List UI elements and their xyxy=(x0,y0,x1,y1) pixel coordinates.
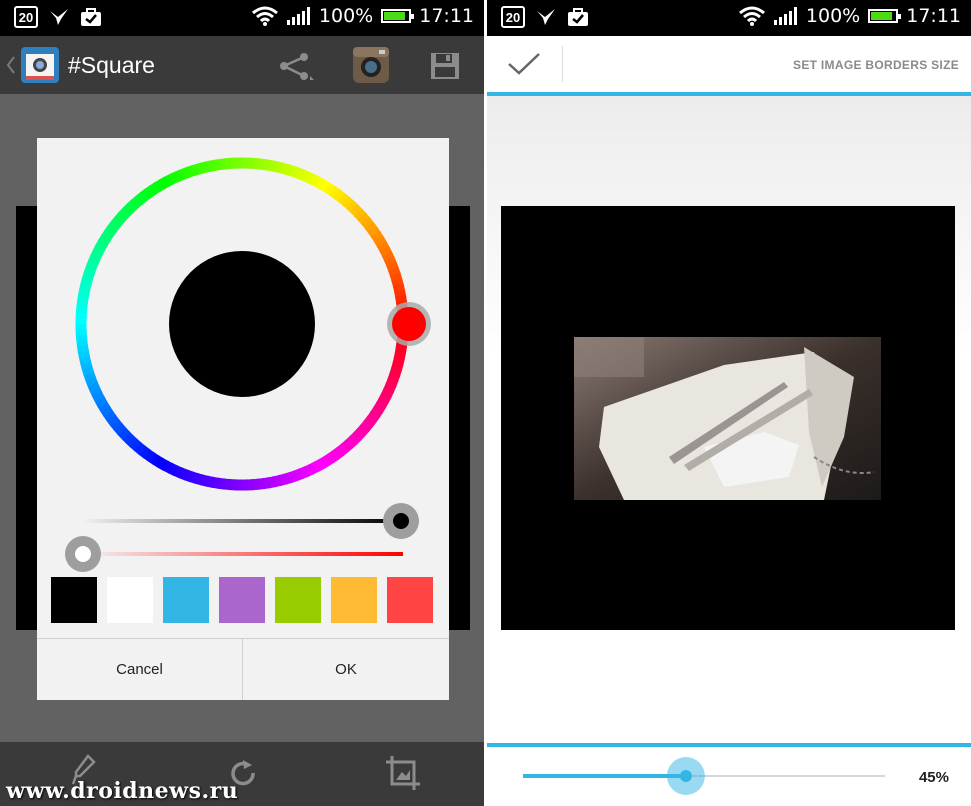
checkmark-icon[interactable] xyxy=(507,52,541,76)
hue-wheel[interactable] xyxy=(37,138,449,538)
app-title: #Square xyxy=(68,52,155,78)
border-size-percent: 45% xyxy=(918,769,949,786)
up-chevron-icon[interactable] xyxy=(6,56,16,74)
bird-icon xyxy=(50,9,68,25)
briefcase-check-icon xyxy=(568,8,588,26)
color-swatch[interactable] xyxy=(51,577,97,623)
battery-icon xyxy=(381,9,415,23)
bordered-image-preview xyxy=(501,206,955,630)
border-size-slider-handle[interactable] xyxy=(679,770,692,782)
border-size-slider[interactable] xyxy=(517,757,887,797)
color-swatch[interactable] xyxy=(275,577,321,623)
instagram-icon[interactable] xyxy=(352,46,390,84)
action-title: SET IMAGE BORDERS SIZE xyxy=(793,58,959,72)
action-bar: SET IMAGE BORDERS SIZE xyxy=(487,36,971,96)
battery-icon xyxy=(868,9,902,23)
clock: 17:11 xyxy=(906,5,961,27)
app-logo-icon[interactable] xyxy=(20,46,60,84)
share-icon[interactable] xyxy=(278,52,314,82)
ok-button[interactable]: OK xyxy=(243,638,449,700)
color-picker-screen: 20 100% 17:11 #Square www.droidnews.ru C… xyxy=(0,0,484,806)
watermark: www.droidnews.ru xyxy=(6,778,239,804)
clock: 17:11 xyxy=(419,5,474,27)
signal-icon xyxy=(773,7,797,25)
action-divider xyxy=(562,46,563,82)
border-size-bar: 45% xyxy=(487,743,971,806)
calendar-day: 20 xyxy=(505,9,521,25)
value-slider-handle[interactable] xyxy=(393,513,409,529)
color-picker-dialog: Cancel OK xyxy=(37,138,449,700)
wifi-icon xyxy=(738,6,765,26)
calendar-day: 20 xyxy=(18,9,34,25)
save-icon[interactable] xyxy=(430,52,460,80)
bird-icon xyxy=(537,9,555,25)
cancel-button[interactable]: Cancel xyxy=(37,638,243,700)
hue-handle[interactable] xyxy=(392,307,426,341)
color-swatch[interactable] xyxy=(107,577,153,623)
crop-icon[interactable] xyxy=(384,754,422,792)
calendar-icon: 20 xyxy=(14,6,38,28)
wifi-icon xyxy=(251,6,278,26)
border-size-screen: 20 100% 17:11 SET IMAGE BORDERS SIZE 45% xyxy=(487,0,971,806)
status-bar: 20 100% 17:11 xyxy=(0,0,484,36)
color-swatch[interactable] xyxy=(331,577,377,623)
action-bar: #Square xyxy=(0,36,484,94)
briefcase-check-icon xyxy=(81,8,101,26)
saturation-slider-handle[interactable] xyxy=(75,546,91,562)
calendar-icon: 20 xyxy=(501,6,525,28)
color-swatch[interactable] xyxy=(387,577,433,623)
battery-percent: 100% xyxy=(805,5,861,27)
status-bar: 20 100% 17:11 xyxy=(487,0,971,36)
color-swatch[interactable] xyxy=(219,577,265,623)
selected-color-preview xyxy=(169,251,315,397)
photo-thumbnail xyxy=(574,337,881,500)
color-swatch[interactable] xyxy=(163,577,209,623)
signal-icon xyxy=(286,7,310,25)
battery-percent: 100% xyxy=(318,5,374,27)
saturation-slider[interactable] xyxy=(61,536,421,576)
